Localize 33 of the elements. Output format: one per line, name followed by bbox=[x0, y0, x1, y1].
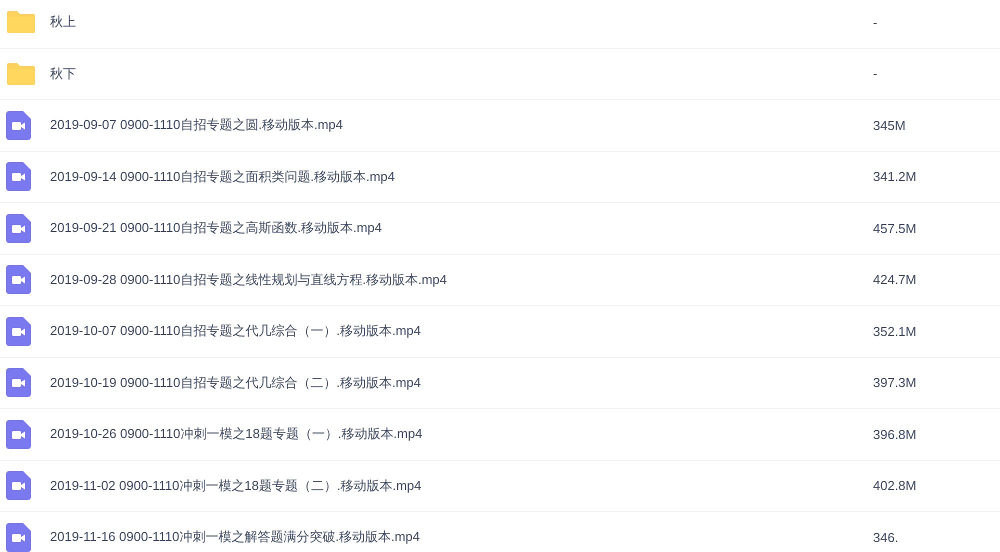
video-file-icon bbox=[6, 214, 31, 243]
file-size: - bbox=[873, 66, 878, 82]
file-name[interactable]: 2019-09-28 0900-1110自招专题之线性规划与直线方程.移动版本.mp4 bbox=[50, 270, 873, 289]
video-file-icon bbox=[6, 316, 31, 346]
file-name[interactable]: 2019-11-16 0900-1110冲刺一模之解答题满分突破.移动版本.mp4 bbox=[50, 528, 873, 546]
video-file-icon bbox=[6, 110, 31, 140]
file-size: 397.3M bbox=[873, 375, 916, 390]
file-name[interactable]: 秋上 bbox=[50, 13, 873, 32]
file-name[interactable]: 2019-09-21 0900-1110自招专题之高斯函数.移动版本.mp4 bbox=[50, 219, 873, 238]
file-size: 424.7M bbox=[873, 272, 916, 288]
file-name[interactable]: 2019-09-14 0900-1110自招专题之面积类问题.移动版本.mp4 bbox=[50, 168, 873, 186]
file-size: 352.1M bbox=[873, 324, 916, 339]
video-file-icon bbox=[6, 265, 31, 294]
file-size: 345M bbox=[873, 118, 906, 133]
video-file-icon bbox=[6, 471, 31, 500]
file-size: 346. bbox=[873, 530, 898, 545]
file-size: 402.8M bbox=[873, 478, 916, 494]
video-file-icon bbox=[6, 162, 31, 192]
file-name[interactable]: 2019-10-19 0900-1110自招专题之代几综合（二）.移动版本.mp4 bbox=[50, 374, 873, 392]
file-size: 341.2M bbox=[873, 169, 916, 184]
file-name[interactable]: 2019-10-07 0900-1110自招专题之代几综合（一）.移动版本.mp4 bbox=[50, 322, 873, 340]
video-file-icon bbox=[6, 420, 31, 449]
video-file-icon bbox=[6, 522, 31, 552]
folder-icon bbox=[6, 62, 36, 86]
file-name[interactable]: 秋下 bbox=[50, 64, 873, 83]
file-name[interactable]: 2019-09-07 0900-1110自招专题之圆.移动版本.mp4 bbox=[50, 116, 873, 134]
file-name[interactable]: 2019-10-26 0900-1110冲刺一模之18题专题（一）.移动版本.mp4 bbox=[50, 425, 873, 444]
folder-icon bbox=[6, 10, 36, 34]
file-size: 396.8M bbox=[873, 426, 916, 442]
video-file-icon bbox=[6, 368, 31, 398]
file-name[interactable]: 2019-11-02 0900-1110冲刺一模之18题专题（二）.移动版本.mp4 bbox=[50, 476, 873, 495]
file-size: 457.5M bbox=[873, 220, 916, 236]
file-size: - bbox=[873, 14, 878, 30]
